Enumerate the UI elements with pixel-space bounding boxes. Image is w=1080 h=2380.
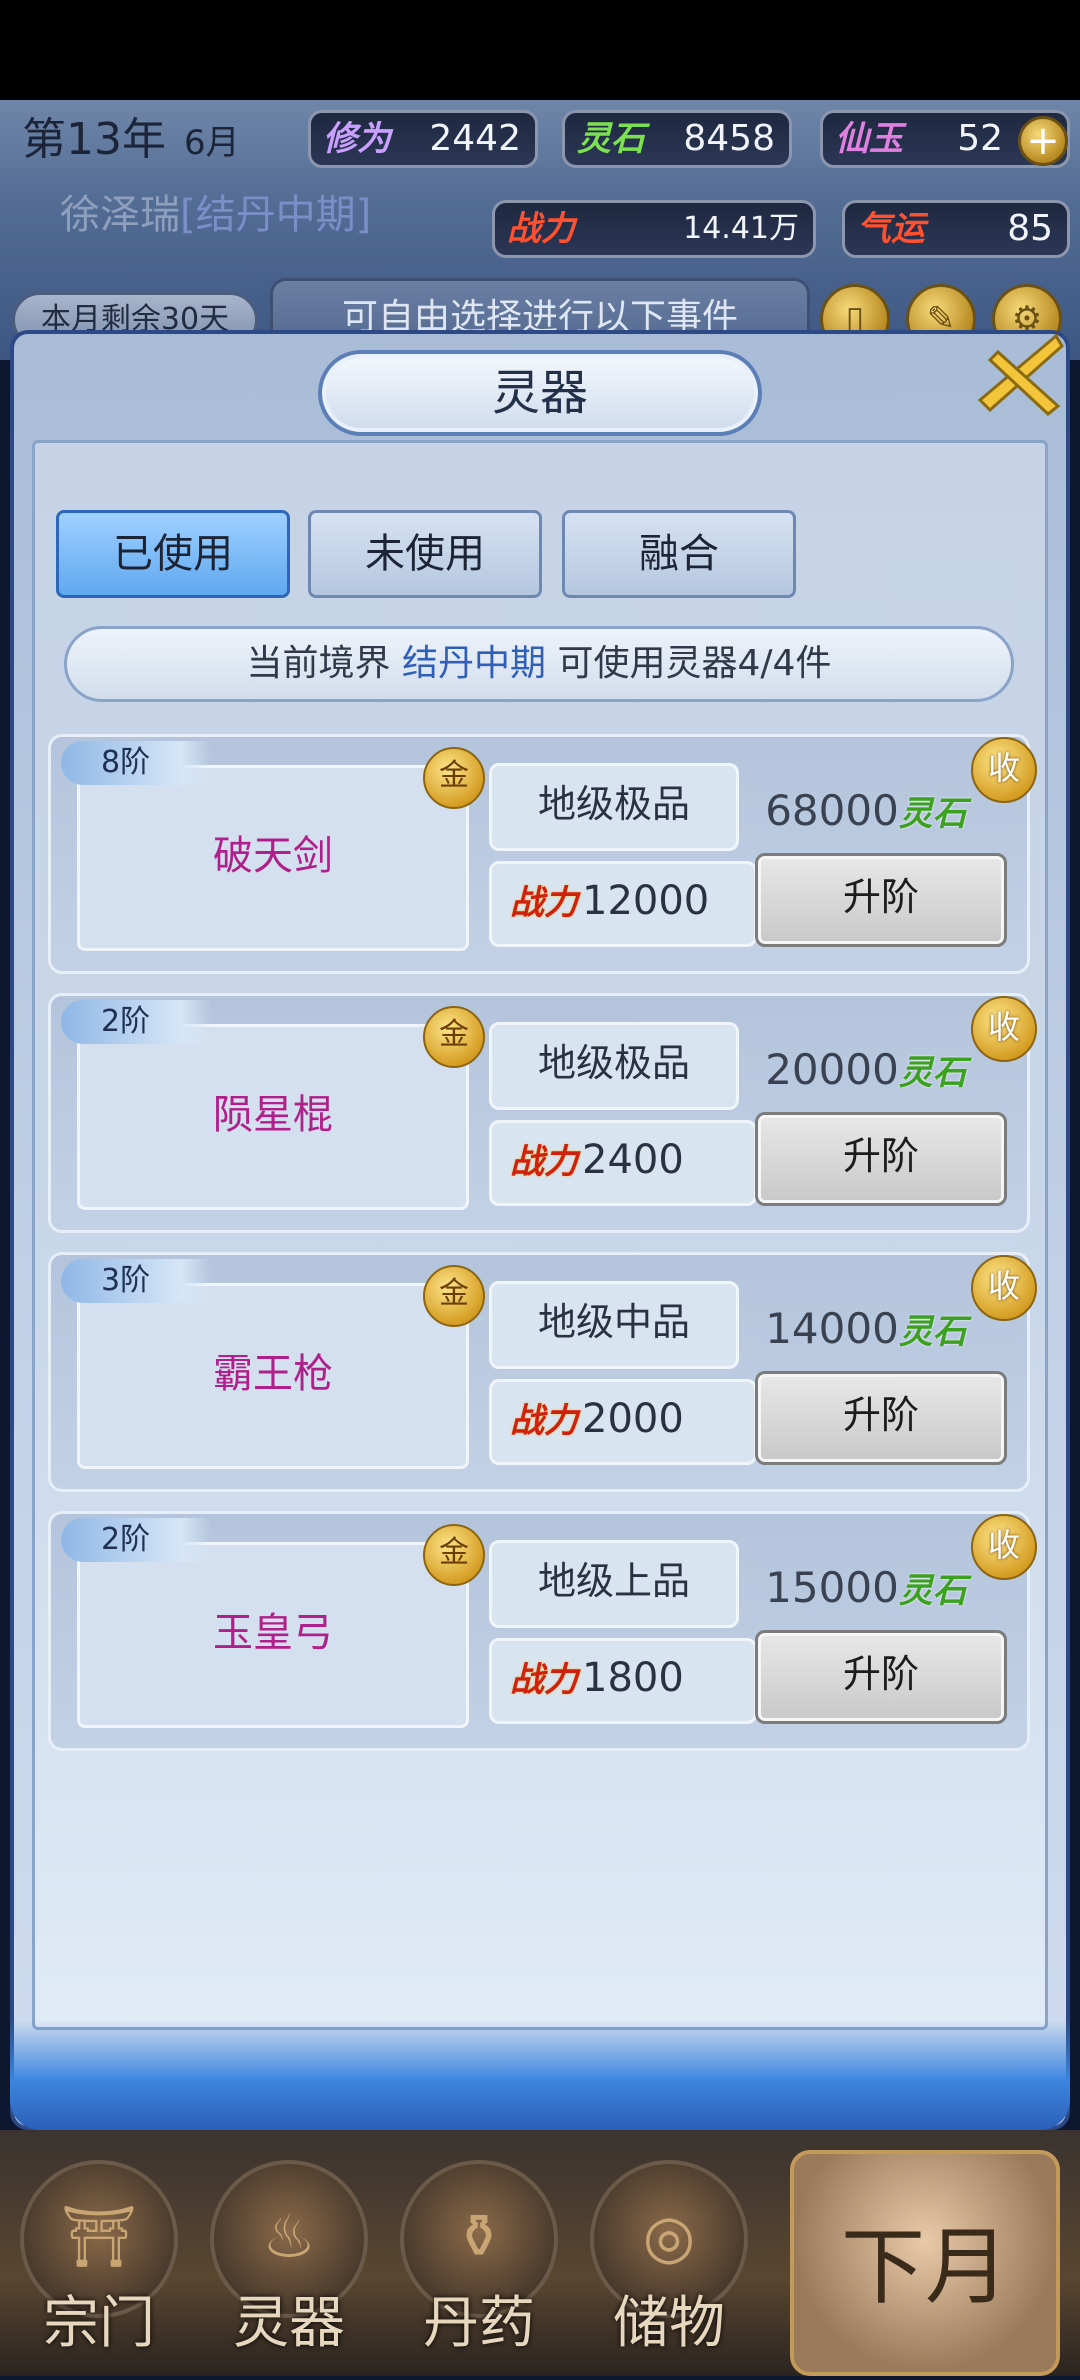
next-month-button[interactable]: 下月 [790, 2150, 1060, 2376]
upgrade-button[interactable]: 升阶 [755, 1630, 1007, 1724]
power-value: 1800 [582, 1655, 684, 1701]
cost-value: 14000 [765, 1304, 899, 1353]
stat-luck: 气运 85 [842, 200, 1070, 258]
nav-artifact[interactable]: ♨ 灵器 [204, 2150, 374, 2360]
artifact-tier: 2阶 [61, 1518, 211, 1562]
gold-element-icon: 金 [423, 1265, 485, 1327]
system-status-bar [0, 0, 1080, 100]
collect-button[interactable]: 收 [971, 1514, 1037, 1580]
stat-luck-label: 气运 [857, 209, 925, 249]
artifact-tier: 2阶 [61, 1000, 211, 1044]
tab-used[interactable]: 已使用 [56, 510, 290, 598]
year-label: 第13年 [22, 114, 166, 165]
power-label: 战力 [510, 1142, 578, 1182]
collect-button[interactable]: 收 [971, 1255, 1037, 1321]
cost-value: 68000 [765, 786, 899, 835]
upgrade-button[interactable]: 升阶 [755, 1112, 1007, 1206]
artifact-card: 玉皇弓 2阶 金 地级上品 战力 1800 15000灵石 升阶 收 [48, 1511, 1037, 1751]
artifact-grade: 地级上品 [489, 1540, 739, 1628]
player-realm: [结丹中期] [180, 192, 372, 238]
collect-button[interactable]: 收 [971, 996, 1037, 1062]
artifact-card: 破天剑 8阶 金 地级极品 战力 12000 68000灵石 升阶 收 [48, 734, 1037, 974]
power-value: 12000 [582, 878, 710, 924]
upgrade-cost: 14000灵石 [751, 1299, 981, 1359]
realm-info-prefix: 当前境界 [246, 643, 391, 684]
artifact-card: 陨星棍 2阶 金 地级极品 战力 2400 20000灵石 升阶 收 [48, 993, 1037, 1233]
power-label: 战力 [510, 1401, 578, 1441]
upgrade-cost: 15000灵石 [751, 1558, 981, 1618]
date-display: 第13年 6月 [0, 102, 280, 178]
upgrade-cost: 20000灵石 [751, 1040, 981, 1100]
artifact-power: 战力 1800 [489, 1638, 757, 1724]
artifact-name[interactable]: 陨星棍 [77, 1024, 469, 1210]
stat-power: 战力 14.41万 [492, 200, 816, 258]
stat-spirit-stone: 灵石 8458 [562, 110, 792, 168]
stat-spirit-stone-value: 8458 [683, 118, 775, 159]
upgrade-button[interactable]: 升阶 [755, 1371, 1007, 1465]
nav-pill-label: 丹药 [423, 2291, 535, 2356]
artifact-name[interactable]: 玉皇弓 [77, 1542, 469, 1728]
nav-storage-label: 储物 [613, 2291, 725, 2356]
stat-jade-value: 52 [957, 118, 1003, 159]
power-value: 2400 [582, 1137, 684, 1183]
add-jade-icon[interactable]: + [1018, 116, 1068, 166]
artifact-grade: 地级中品 [489, 1281, 739, 1369]
power-value: 2000 [582, 1396, 684, 1442]
gold-element-icon: 金 [423, 747, 485, 809]
artifact-power: 战力 12000 [489, 861, 757, 947]
artifact-grade: 地级极品 [489, 763, 739, 851]
close-icon[interactable] [968, 322, 1072, 426]
tab-fusion[interactable]: 融合 [562, 510, 796, 598]
player-name: 徐泽瑞 [60, 192, 180, 238]
spirit-stone-label: 灵石 [898, 1312, 967, 1352]
nav-storage[interactable]: ◎ 储物 [584, 2150, 754, 2360]
stat-cultivation-value: 2442 [429, 118, 521, 159]
nav-artifact-label: 灵器 [233, 2291, 345, 2356]
spirit-stone-label: 灵石 [898, 794, 967, 834]
artifact-power: 战力 2400 [489, 1120, 757, 1206]
artifact-name[interactable]: 霸王枪 [77, 1283, 469, 1469]
cost-value: 20000 [765, 1045, 899, 1094]
artifact-name[interactable]: 破天剑 [77, 765, 469, 951]
stat-spirit-stone-label: 灵石 [577, 119, 645, 159]
realm-info-realm: 结丹中期 [402, 643, 547, 684]
power-label: 战力 [510, 1660, 578, 1700]
gold-element-icon: 金 [423, 1006, 485, 1068]
stat-luck-value: 85 [1007, 208, 1053, 249]
cost-value: 15000 [765, 1563, 899, 1612]
dialog-bottom-ornament [10, 2020, 1070, 2130]
stat-jade-label: 仙玉 [835, 119, 903, 159]
artifact-tier: 8阶 [61, 741, 211, 785]
realm-info-suffix: 可使用灵器4/4件 [557, 643, 832, 684]
realm-info-bar: 当前境界 结丹中期 可使用灵器4/4件 [64, 626, 1014, 702]
upgrade-button[interactable]: 升阶 [755, 853, 1007, 947]
player-name-display: 徐泽瑞[结丹中期] [30, 180, 470, 250]
spirit-stone-label: 灵石 [898, 1571, 967, 1611]
collect-button[interactable]: 收 [971, 737, 1037, 803]
stat-cultivation: 修为 2442 [308, 110, 538, 168]
spirit-stone-label: 灵石 [898, 1053, 967, 1093]
nav-sect[interactable]: ⛩ 宗门 [14, 2150, 184, 2360]
artifact-tier: 3阶 [61, 1259, 211, 1303]
month-label: 6月 [184, 123, 240, 163]
tab-unused[interactable]: 未使用 [308, 510, 542, 598]
stat-power-label: 战力 [507, 209, 575, 249]
power-label: 战力 [510, 883, 578, 923]
artifact-card: 霸王枪 3阶 金 地级中品 战力 2000 14000灵石 升阶 收 [48, 1252, 1037, 1492]
dialog-title: 灵器 [318, 350, 762, 436]
nav-pill[interactable]: ⚱ 丹药 [394, 2150, 564, 2360]
artifact-power: 战力 2000 [489, 1379, 757, 1465]
stat-cultivation-label: 修为 [323, 119, 391, 159]
artifact-grade: 地级极品 [489, 1022, 739, 1110]
stat-power-value: 14.41万 [683, 211, 799, 246]
gold-element-icon: 金 [423, 1524, 485, 1586]
nav-sect-label: 宗门 [43, 2291, 155, 2356]
upgrade-cost: 68000灵石 [751, 781, 981, 841]
